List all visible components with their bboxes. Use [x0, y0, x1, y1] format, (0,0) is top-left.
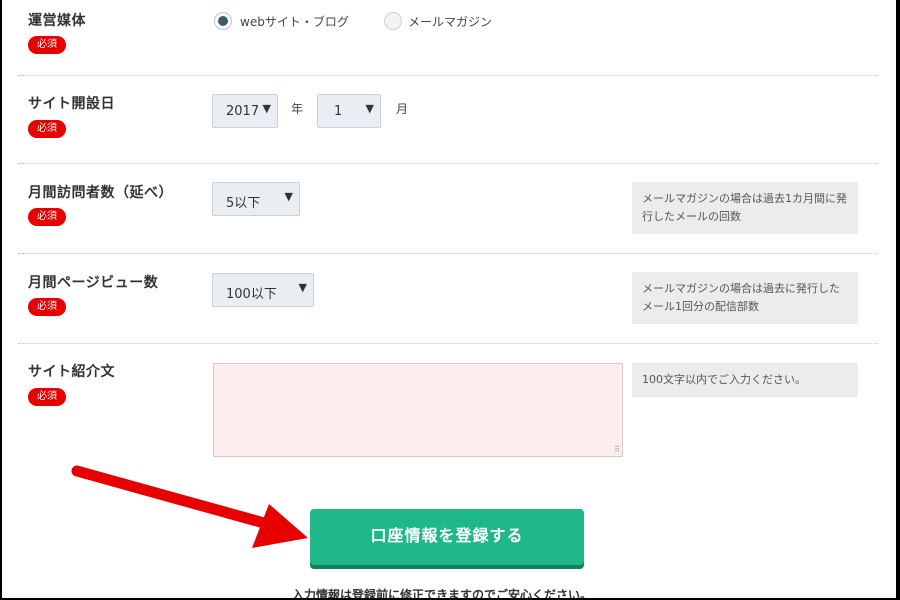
footer-note: 入力情報は登録前に修正できますのでご安心ください。 — [292, 588, 593, 598]
arrow-annotation-icon — [71, 465, 308, 548]
form-page: 運営媒体 必須 webサイト・ブログ メールマガジン サイト開設日 必須 201… — [2, 0, 896, 598]
